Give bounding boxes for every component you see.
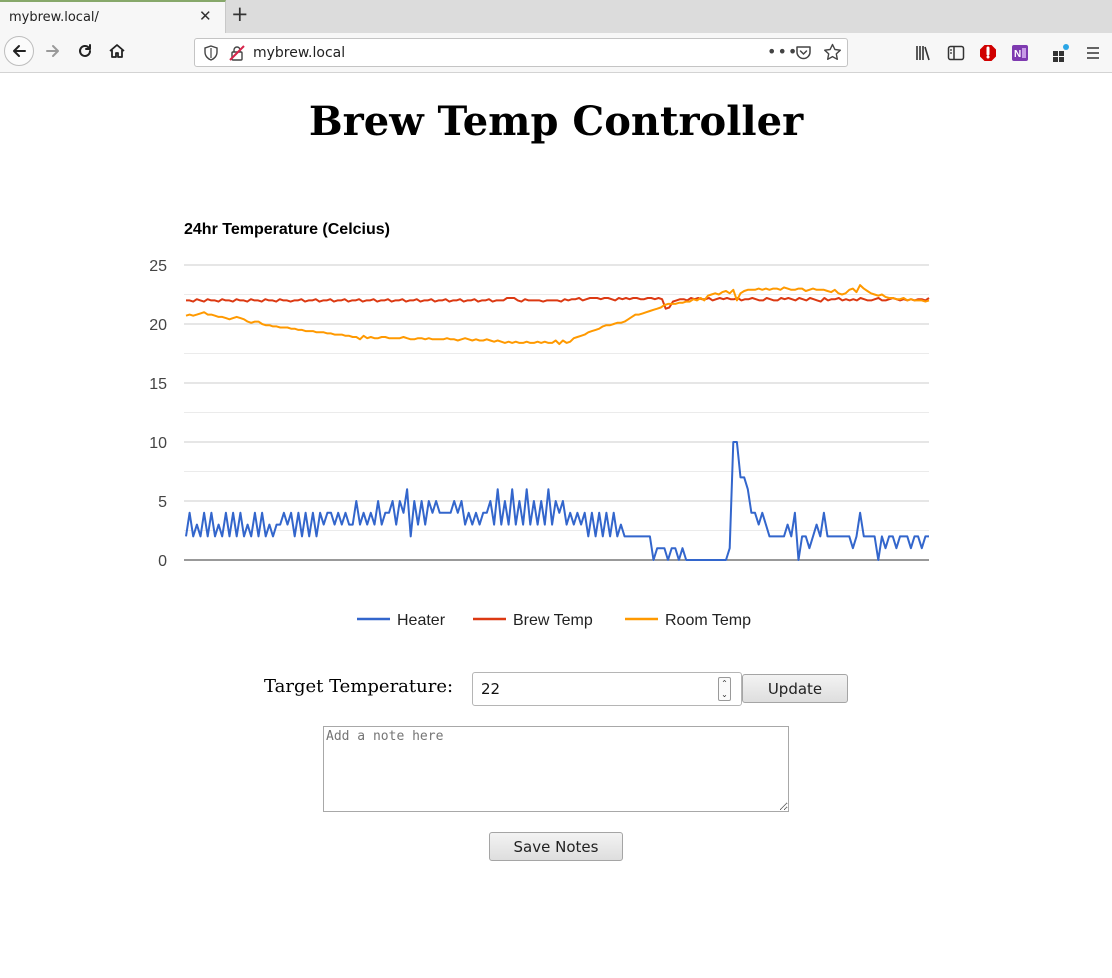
extensions-icon[interactable] [1051,43,1071,63]
target-form: Target Temperature: ⌃ ⌄ Update [264,672,864,708]
shield-icon[interactable] [203,45,219,61]
forward-button[interactable] [38,36,68,66]
page-actions-icon[interactable]: ••• [767,42,798,61]
navigation-toolbar: mybrew.local ••• N [0,33,1112,73]
new-tab-icon[interactable]: + [231,4,249,25]
y-tick-label: 10 [149,435,167,452]
legend-label-heater: Heater [397,612,446,629]
tab-title: mybrew.local/ [9,10,99,25]
y-tick-label: 15 [149,376,167,393]
y-tick-label: 5 [158,494,167,511]
series-line-room-temp [185,284,930,346]
y-tick-label: 20 [149,317,167,334]
spin-down-icon[interactable]: ⌄ [719,689,730,700]
sidebar-icon[interactable] [946,43,966,63]
url-text[interactable]: mybrew.local [253,45,345,61]
update-button[interactable]: Update [742,674,848,703]
number-spinner[interactable]: ⌃ ⌄ [718,677,731,701]
chart-svg: 24hr Temperature (Celcius) 0 5 10 15 20 25 Heat… [149,221,930,629]
close-tab-icon[interactable]: ✕ [199,9,212,24]
bookmark-star-icon[interactable] [823,43,842,62]
url-bar[interactable]: mybrew.local ••• [194,38,848,67]
save-notes-button[interactable]: Save Notes [489,832,623,861]
target-temperature-label: Target Temperature: [264,676,454,697]
chart-title: 24hr Temperature (Celcius) [184,221,390,238]
target-temperature-input[interactable] [481,680,711,698]
reload-icon [79,44,91,57]
y-tick-label: 25 [149,258,167,275]
browser-tab[interactable]: mybrew.local/ ✕ [0,0,226,33]
legend-label-room-temp: Room Temp [665,612,751,629]
y-tick-label: 0 [158,553,167,570]
adblock-icon[interactable] [978,43,998,63]
legend-label-brew-temp: Brew Temp [513,612,593,629]
series-line-brew-temp [186,297,930,310]
temperature-chart: 24hr Temperature (Celcius) 0 5 10 15 20 25 Heat… [140,210,960,640]
back-arrow-icon [13,45,26,57]
menu-icon[interactable] [1083,43,1103,63]
target-temperature-field[interactable]: ⌃ ⌄ [472,672,742,706]
home-button[interactable] [102,36,132,66]
home-icon [109,44,125,58]
page-title: Brew Temp Controller [308,98,804,145]
library-icon[interactable] [914,43,934,63]
spin-up-icon[interactable]: ⌃ [719,678,730,689]
forward-arrow-icon [46,45,59,57]
insecure-lock-icon[interactable] [229,45,245,61]
onenote-icon[interactable]: N [1010,43,1030,63]
tab-bar: mybrew.local/ ✕ + [0,0,1112,33]
reload-button[interactable] [70,36,100,66]
pocket-icon[interactable] [795,44,812,61]
back-button[interactable] [4,36,34,66]
notes-textarea[interactable] [323,726,789,812]
svg-text:N: N [1014,49,1021,60]
